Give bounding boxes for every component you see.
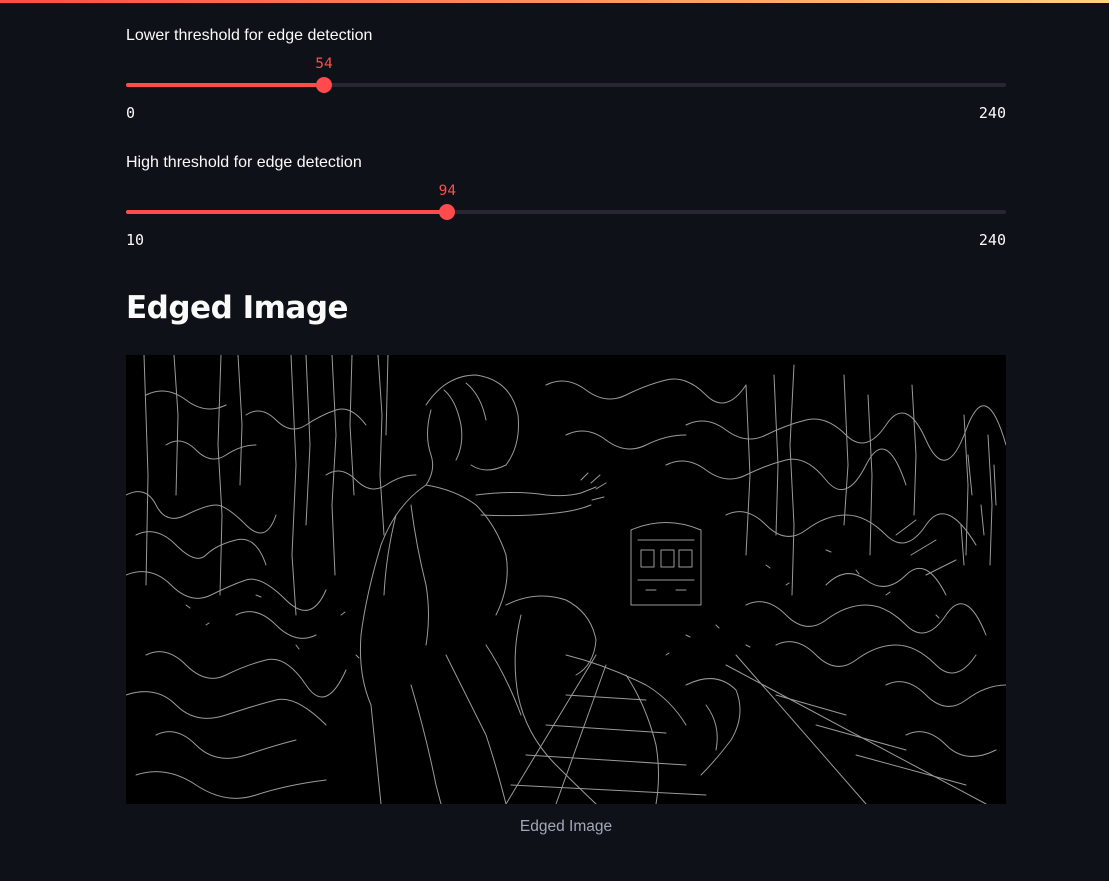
slider-current-value: 54 bbox=[315, 56, 333, 72]
slider-track[interactable] bbox=[126, 204, 1006, 220]
slider-max-label: 240 bbox=[978, 231, 1006, 249]
high-threshold-slider: High threshold for edge detection 94 10 … bbox=[126, 154, 1006, 254]
edged-image bbox=[126, 355, 1006, 804]
slider-current-value: 94 bbox=[438, 183, 457, 199]
section-heading: Edged Image bbox=[126, 290, 349, 326]
slider-label: High threshold for edge detection bbox=[126, 154, 362, 171]
slider-track[interactable] bbox=[126, 77, 1006, 93]
slider-min-label: 10 bbox=[126, 231, 145, 249]
app-header-decoration-bar bbox=[0, 0, 1109, 3]
slider-thumb[interactable] bbox=[316, 77, 332, 93]
slider-label: Lower threshold for edge detection bbox=[126, 27, 373, 44]
slider-fill bbox=[126, 83, 324, 87]
slider-fill bbox=[126, 210, 448, 214]
slider-thumb[interactable] bbox=[439, 204, 456, 220]
lower-threshold-slider: Lower threshold for edge detection 54 0 … bbox=[126, 27, 1006, 127]
image-caption: Edged Image bbox=[519, 818, 613, 835]
slider-min-label: 0 bbox=[126, 104, 136, 122]
slider-max-label: 240 bbox=[978, 104, 1006, 122]
